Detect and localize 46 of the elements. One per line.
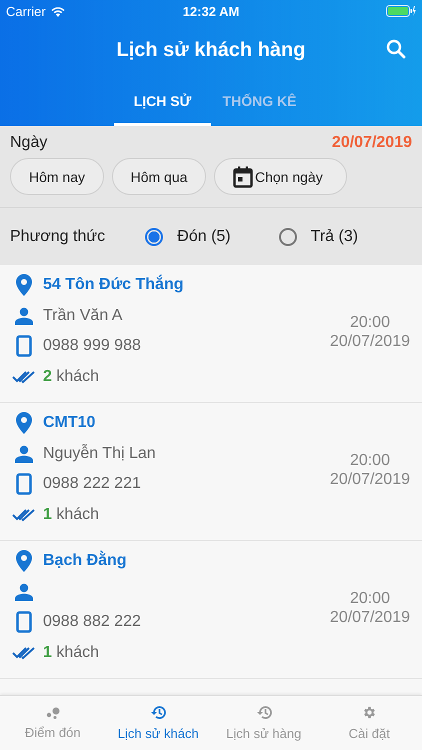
search-icon[interactable] (386, 39, 406, 59)
date-button[interactable]: Chọn ngày (214, 158, 347, 195)
radio-option[interactable]: Trả (3) (278, 228, 412, 246)
double-check-icon (12, 370, 36, 384)
person-icon (12, 444, 36, 463)
trip-date: 20/07/2019 (330, 608, 410, 627)
address-text: Bạch Đằng (43, 552, 127, 570)
trip-time: 20:00 (350, 313, 390, 332)
date-label: Ngày (10, 134, 48, 152)
customer-name: Nguyễn Thị Lan (43, 444, 156, 463)
person-icon (12, 306, 36, 325)
history-icon (256, 705, 272, 720)
date-button[interactable]: Hôm nay (10, 158, 104, 195)
phone-number: 0988 882 222 (43, 613, 141, 632)
passenger-count: 1 khách (43, 506, 100, 524)
passenger-count: 1 khách (43, 644, 100, 662)
phone-number: 0988 222 221 (43, 475, 141, 494)
trip-date: 20/07/2019 (330, 332, 410, 351)
person-icon (12, 582, 36, 601)
selected-date: 20/07/2019 (332, 134, 412, 152)
passenger-count: 2 khách (43, 368, 100, 386)
address-text: CMT10 (43, 414, 96, 432)
trip-time: 20:00 (350, 589, 390, 608)
double-check-icon (12, 508, 36, 522)
radio-option[interactable]: Đón (5) (145, 228, 279, 246)
tab-bar-item[interactable]: Lịch sử khách (106, 696, 211, 750)
carrier-label: Carrier (6, 4, 46, 18)
trip-card[interactable]: 54 Tôn Đức Thắng Trần Văn A 0988 999 988 2 khách 20:00 20/07/2019 (0, 265, 422, 403)
trip-time: 20:00 (350, 451, 390, 470)
battery-icon (386, 5, 416, 17)
calendar-icon (233, 166, 253, 188)
double-check-icon (12, 646, 36, 660)
screen-title: Lịch sử khách hàng (116, 38, 306, 62)
date-button[interactable]: Hôm qua (112, 158, 206, 195)
status-time: 12:32 AM (182, 4, 240, 18)
phone-number: 0988 999 988 (43, 337, 141, 356)
address-text: 54 Tôn Đức Thắng (43, 276, 184, 294)
dots-icon (46, 706, 60, 718)
settings-icon (362, 705, 377, 720)
customer-name: Trần Văn A (43, 306, 122, 325)
trip-card[interactable]: Bạch Đằng 0988 882 222 1 khách 20:00 20/07/2019 (0, 541, 422, 679)
history-icon (150, 705, 166, 720)
trip-card[interactable]: CMT10 Nguyễn Thị Lan 0988 222 221 1 khách 20:00 20/07/2019 (0, 403, 422, 541)
trip-date: 20/07/2019 (330, 470, 410, 489)
method-label: Phương thức (10, 228, 106, 246)
wifi-icon (50, 6, 65, 16)
